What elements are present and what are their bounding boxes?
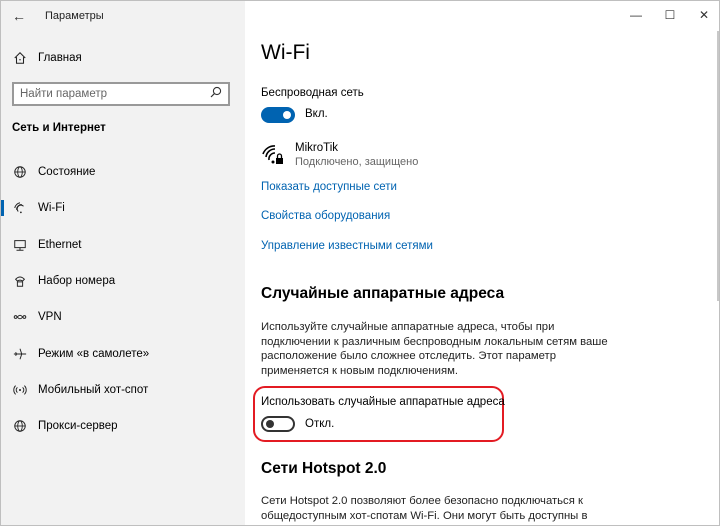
nav-list: Состояние Wi-Fi Ethernet Набор номера VP… xyxy=(1,154,245,444)
hotspot-icon xyxy=(12,382,28,398)
random-hw-toggle[interactable] xyxy=(261,416,295,432)
sidebar-item-hotspot[interactable]: Мобильный хот-спот xyxy=(1,372,245,408)
show-available-networks-link[interactable]: Показать доступные сети xyxy=(261,181,397,193)
sidebar-item-status[interactable]: Состояние xyxy=(1,154,245,190)
dialup-icon xyxy=(12,273,28,289)
maximize-icon: ☐ xyxy=(664,8,676,22)
search-box[interactable] xyxy=(12,82,230,106)
sidebar-item-proxy[interactable]: Прокси-сервер xyxy=(1,408,245,444)
search-icon[interactable] xyxy=(210,85,222,103)
random-hw-toggle-text: Откл. xyxy=(305,418,335,430)
home-icon xyxy=(12,50,28,66)
toggle-knob xyxy=(283,111,291,119)
sidebar: ← Параметры Главная Сеть и Интернет Сост… xyxy=(1,1,245,525)
connected-network[interactable]: MikroTik Подключено, защищено xyxy=(261,142,418,168)
wireless-label: Беспроводная сеть xyxy=(261,87,364,99)
random-hw-description: Используйте случайные аппаратные адреса,… xyxy=(261,321,608,377)
window-controls: — ☐ ✕ xyxy=(619,1,719,31)
vpn-icon xyxy=(12,309,28,325)
main-content: — ☐ ✕ Wi-Fi Беспроводная сеть Вкл. Mikro… xyxy=(245,1,719,525)
globe-icon xyxy=(12,418,28,434)
network-name: MikroTik xyxy=(295,142,339,154)
wifi-icon xyxy=(12,200,28,216)
globe-status-icon xyxy=(12,164,28,180)
nav-home-label: Главная xyxy=(38,52,82,64)
sidebar-item-label: Набор номера xyxy=(38,275,116,288)
hardware-properties-link[interactable]: Свойства оборудования xyxy=(261,210,390,222)
highlight-frame xyxy=(253,386,504,442)
ethernet-icon xyxy=(12,237,28,253)
sidebar-item-label: Мобильный хот-спот xyxy=(38,383,149,396)
search-input[interactable] xyxy=(20,88,200,100)
random-hw-heading: Случайные аппаратные адреса xyxy=(261,285,505,302)
close-icon: ✕ xyxy=(698,8,710,22)
sidebar-item-label: Состояние xyxy=(38,166,96,179)
network-status: Подключено, защищено xyxy=(295,156,419,168)
titlebar: ← Параметры xyxy=(1,1,245,31)
random-hw-toggle-label: Использовать случайные аппаратные адреса xyxy=(261,396,505,408)
sidebar-item-label: Прокси-сервер xyxy=(38,420,118,433)
minimize-button[interactable]: — xyxy=(619,1,653,29)
back-button[interactable]: ← xyxy=(1,1,37,31)
airplane-icon xyxy=(12,346,28,362)
minimize-icon: — xyxy=(630,8,642,22)
toggle-knob xyxy=(266,420,274,428)
app-title: Параметры xyxy=(45,10,104,22)
settings-window: ← Параметры Главная Сеть и Интернет Сост… xyxy=(0,0,720,526)
sidebar-item-label: Ethernet xyxy=(38,238,82,251)
page-title: Wi-Fi xyxy=(261,41,310,64)
hotspot-description: Сети Hotspot 2.0 позволяют более безопас… xyxy=(261,495,588,522)
sidebar-item-label: Wi-Fi xyxy=(38,202,65,215)
sidebar-item-label: VPN xyxy=(38,311,62,324)
nav-home[interactable]: Главная xyxy=(1,45,245,71)
maximize-button[interactable]: ☐ xyxy=(653,1,687,29)
sidebar-item-airplane[interactable]: Режим «в самолете» xyxy=(1,335,245,371)
sidebar-item-dialup[interactable]: Набор номера xyxy=(1,263,245,299)
sidebar-item-label: Режим «в самолете» xyxy=(38,347,150,360)
sidebar-item-vpn[interactable]: VPN xyxy=(1,299,245,335)
hotspot-heading: Сети Hotspot 2.0 xyxy=(261,460,387,477)
wireless-toggle-text: Вкл. xyxy=(305,108,328,120)
close-button[interactable]: ✕ xyxy=(687,1,719,29)
network-info: MikroTik Подключено, защищено xyxy=(295,142,418,168)
sidebar-item-ethernet[interactable]: Ethernet xyxy=(1,227,245,263)
wifi-secured-icon xyxy=(261,144,285,168)
sidebar-item-wifi[interactable]: Wi-Fi xyxy=(1,190,245,226)
section-label: Сеть и Интернет xyxy=(12,122,106,134)
wireless-toggle[interactable] xyxy=(261,107,295,123)
back-arrow-icon: ← xyxy=(12,8,26,24)
manage-known-networks-link[interactable]: Управление известными сетями xyxy=(261,240,433,252)
